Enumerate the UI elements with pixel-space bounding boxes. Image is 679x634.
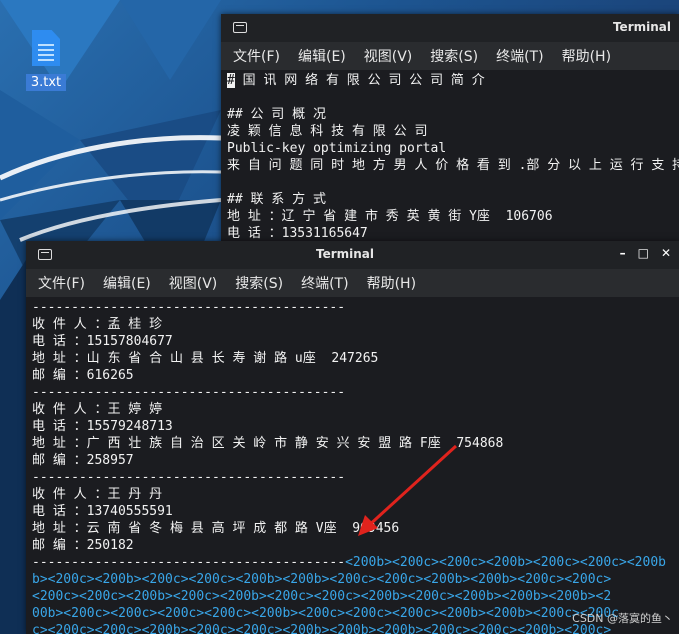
watermark: CSDN @落寞的鱼丶 (572, 612, 673, 625)
red-arrow-annotation (358, 444, 458, 536)
